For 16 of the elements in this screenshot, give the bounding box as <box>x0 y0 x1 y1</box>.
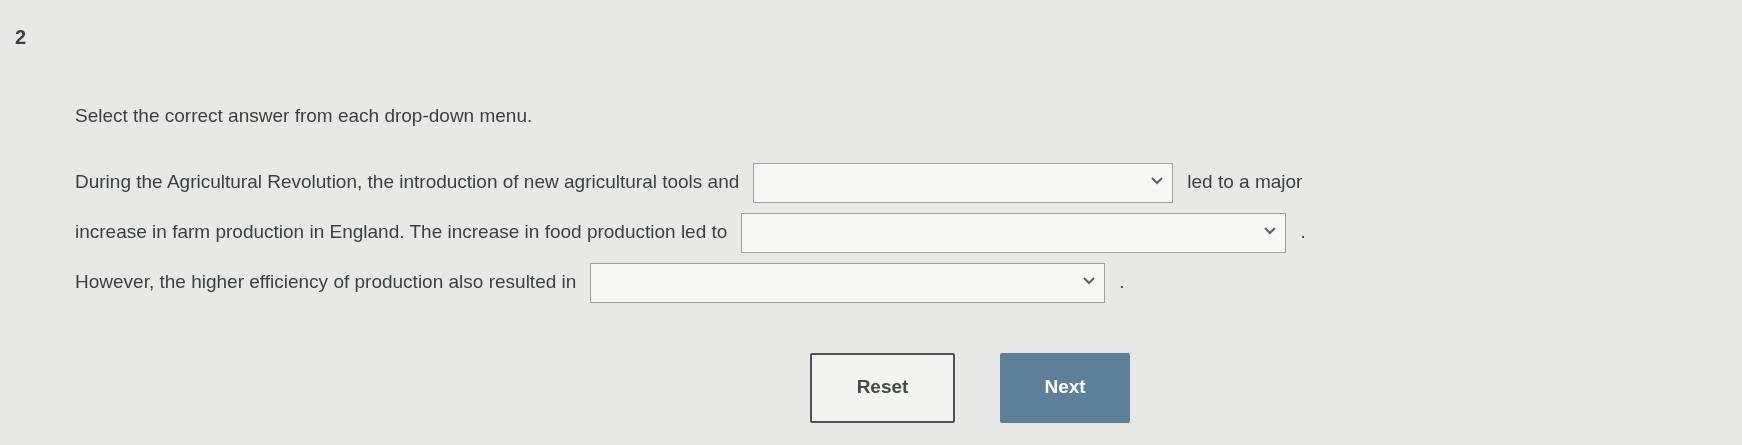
question-text: During the Agricultural Revolution, the introduction of new agricultural tools and <box>75 170 740 195</box>
chevron-down-icon <box>1263 225 1278 236</box>
instruction-text: Select the correct answer from each drop-down menu. <box>75 104 534 128</box>
question-text: . <box>1300 220 1306 245</box>
dropdown-menu-field[interactable] <box>590 262 1106 303</box>
question-number: 2 <box>14 25 28 50</box>
question-text: increase in farm production in England. The increase in food production led to <box>75 220 728 245</box>
next-button[interactable]: Next <box>1000 352 1130 423</box>
dropdown-menu-field[interactable] <box>741 212 1287 253</box>
reset-button[interactable]: Reset <box>810 352 955 423</box>
dropdown-menu-field[interactable] <box>753 162 1174 203</box>
question-text: However, the higher efficiency of production also resulted in <box>75 270 577 295</box>
chevron-down-icon <box>1082 275 1097 286</box>
question-text: . <box>1119 270 1125 295</box>
chevron-down-icon <box>1150 175 1165 186</box>
question-text: led to a major <box>1187 170 1303 195</box>
